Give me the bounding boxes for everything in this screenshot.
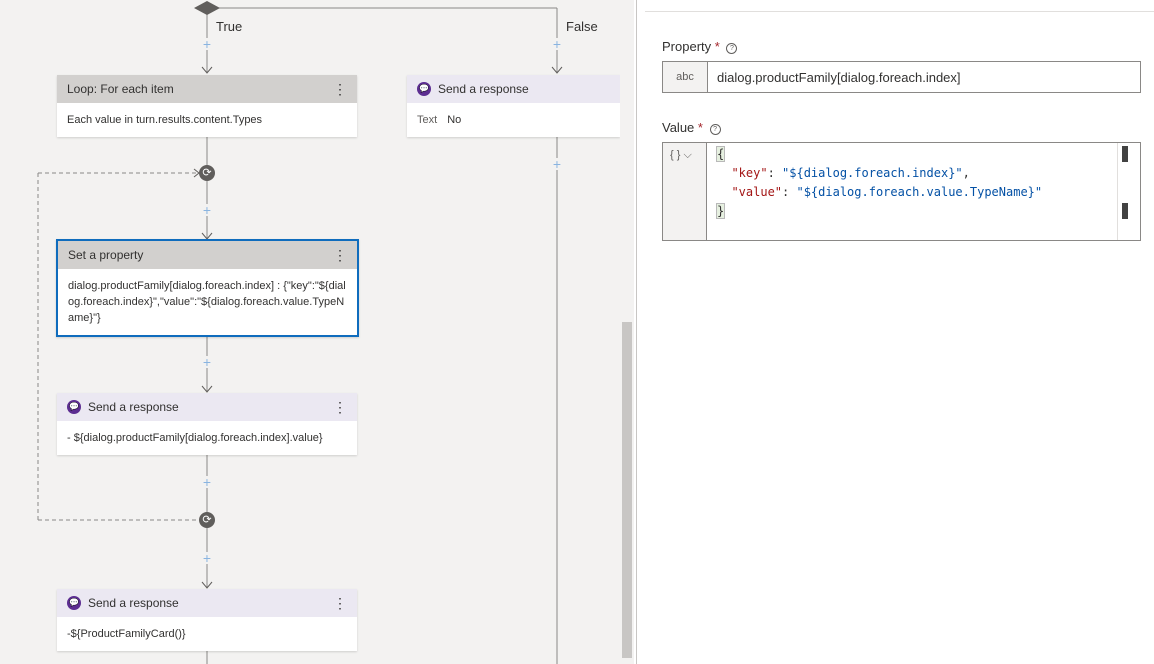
card-title: Loop: For each item: [67, 82, 174, 96]
help-icon[interactable]: ?: [726, 43, 738, 54]
send-response-card-false[interactable]: 💬 Send a response Text No: [407, 75, 620, 137]
add-action-button[interactable]: +: [201, 475, 213, 489]
card-title: Send a response: [88, 400, 179, 414]
value-field-label: Value * ?: [662, 120, 721, 135]
more-options-icon[interactable]: ⋮: [333, 400, 347, 414]
canvas-scrollbar-thumb[interactable]: [622, 322, 632, 658]
card-title: Set a property: [68, 248, 144, 262]
chat-bubble-icon: 💬: [67, 596, 81, 610]
set-property-card[interactable]: Set a property ⋮ dialog.productFamily[di…: [56, 239, 359, 337]
value-field: { } ⌵ { "key": "${dialog.foreach.index}"…: [662, 142, 1141, 241]
property-type-chip[interactable]: abc: [663, 62, 708, 92]
card-body: Each value in turn.results.content.Types: [67, 114, 263, 126]
add-action-button[interactable]: +: [551, 157, 563, 171]
add-action-button[interactable]: +: [551, 37, 563, 51]
editor-scrollbar[interactable]: [1117, 143, 1132, 240]
false-branch-label: False: [566, 19, 598, 34]
true-branch-label: True: [216, 19, 243, 34]
card-body: -${ProductFamilyCard()}: [67, 628, 186, 640]
send-response-card-product[interactable]: 💬 Send a response ⋮ -${ProductFamilyCard…: [57, 589, 357, 651]
required-marker: *: [714, 39, 720, 54]
card-header: 💬 Send a response ⋮: [57, 393, 357, 421]
canvas-scrollbar[interactable]: [620, 0, 634, 664]
card-header: 💬 Send a response: [407, 75, 620, 103]
json-string: "${dialog.foreach.value.TypeName}": [796, 185, 1043, 199]
json-close-brace: }: [715, 203, 726, 219]
property-label-text: Property: [662, 39, 712, 54]
text-field-label: Text: [417, 114, 438, 126]
properties-panel: Property * ? abc Value * ? { } ⌵ { "key"…: [637, 0, 1154, 664]
add-action-button[interactable]: +: [201, 203, 213, 217]
flow-canvas[interactable]: True False + + + + + + + ⟳ ⟳ Loop: For e…: [0, 0, 620, 664]
card-header: 💬 Send a response ⋮: [57, 589, 357, 617]
loop-foreach-card[interactable]: Loop: For each item ⋮ Each value in turn…: [57, 75, 357, 137]
card-title: Send a response: [438, 82, 529, 96]
json-open-brace: {: [715, 146, 726, 162]
card-body: Text No: [407, 103, 620, 137]
more-options-icon[interactable]: ⋮: [333, 248, 347, 262]
panel-top-divider: [645, 11, 1154, 12]
more-options-icon[interactable]: ⋮: [333, 596, 347, 610]
help-icon[interactable]: ?: [709, 124, 721, 135]
loop-start-icon: ⟳: [199, 165, 215, 181]
card-header: Loop: For each item ⋮: [57, 75, 357, 103]
card-header: Set a property ⋮: [58, 241, 357, 269]
property-field-label: Property * ?: [662, 39, 738, 54]
send-response-card-loop[interactable]: 💬 Send a response ⋮ - ${dialog.productFa…: [57, 393, 357, 455]
json-key: "key": [731, 166, 768, 180]
chat-bubble-icon: 💬: [67, 400, 81, 414]
add-action-button[interactable]: +: [201, 551, 213, 565]
card-title: Send a response: [88, 596, 179, 610]
json-key: "value": [731, 185, 783, 199]
add-action-button[interactable]: +: [201, 37, 213, 51]
text-field-value: No: [447, 114, 462, 126]
json-editor[interactable]: { "key": "${dialog.foreach.index}", "val…: [707, 143, 1140, 240]
add-action-button[interactable]: +: [201, 355, 213, 369]
property-field: abc: [662, 61, 1141, 93]
value-type-dropdown[interactable]: { } ⌵: [663, 143, 707, 240]
property-input[interactable]: [708, 62, 1140, 92]
card-body: dialog.productFamily[dialog.foreach.inde…: [68, 280, 346, 324]
json-string: "${dialog.foreach.index}": [782, 166, 963, 180]
required-marker: *: [697, 120, 703, 135]
loop-end-icon: ⟳: [199, 512, 215, 528]
more-options-icon[interactable]: ⋮: [333, 82, 347, 96]
value-label-text: Value: [662, 120, 695, 135]
condition-diamond: [194, 1, 220, 15]
card-body: - ${dialog.productFamily[dialog.foreach.…: [67, 432, 323, 444]
chat-bubble-icon: 💬: [417, 82, 431, 96]
